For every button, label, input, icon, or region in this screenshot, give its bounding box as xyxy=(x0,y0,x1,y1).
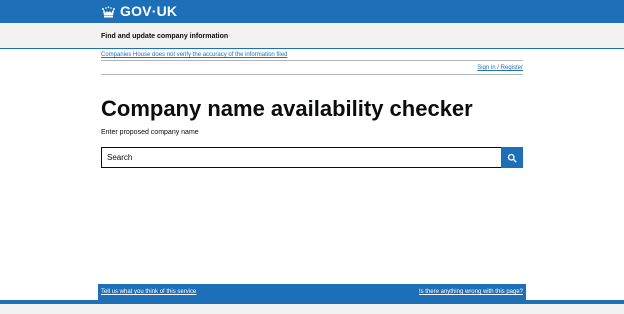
report-problem-link[interactable]: Is there anything wrong with this page? xyxy=(419,288,523,296)
service-feedback-link[interactable]: Tell us what you think of this service xyxy=(101,288,196,296)
service-name-link[interactable]: Find and update company information xyxy=(101,32,228,41)
sign-in-register-link[interactable]: Sign in / Register xyxy=(477,64,523,72)
govuk-logo-text: GOV·UK xyxy=(120,3,178,19)
govuk-logo-link[interactable]: GOV·UK xyxy=(101,3,177,19)
divider xyxy=(101,74,523,75)
company-name-label: Enter proposed company name xyxy=(101,129,199,136)
crown-icon xyxy=(101,5,116,18)
divider xyxy=(101,60,523,61)
footer xyxy=(0,304,624,314)
govuk-header: GOV·UK xyxy=(0,0,624,23)
page-title: Company name availability checker xyxy=(101,96,473,121)
disclaimer-link[interactable]: Companies House does not verify the accu… xyxy=(101,51,287,59)
search-icon xyxy=(507,153,517,163)
feedback-bar: Tell us what you think of this service I… xyxy=(98,284,526,300)
service-name-bar: Find and update company information xyxy=(0,23,624,49)
search-form xyxy=(101,147,523,168)
search-button[interactable] xyxy=(501,147,523,168)
company-name-search-input[interactable] xyxy=(101,147,501,168)
